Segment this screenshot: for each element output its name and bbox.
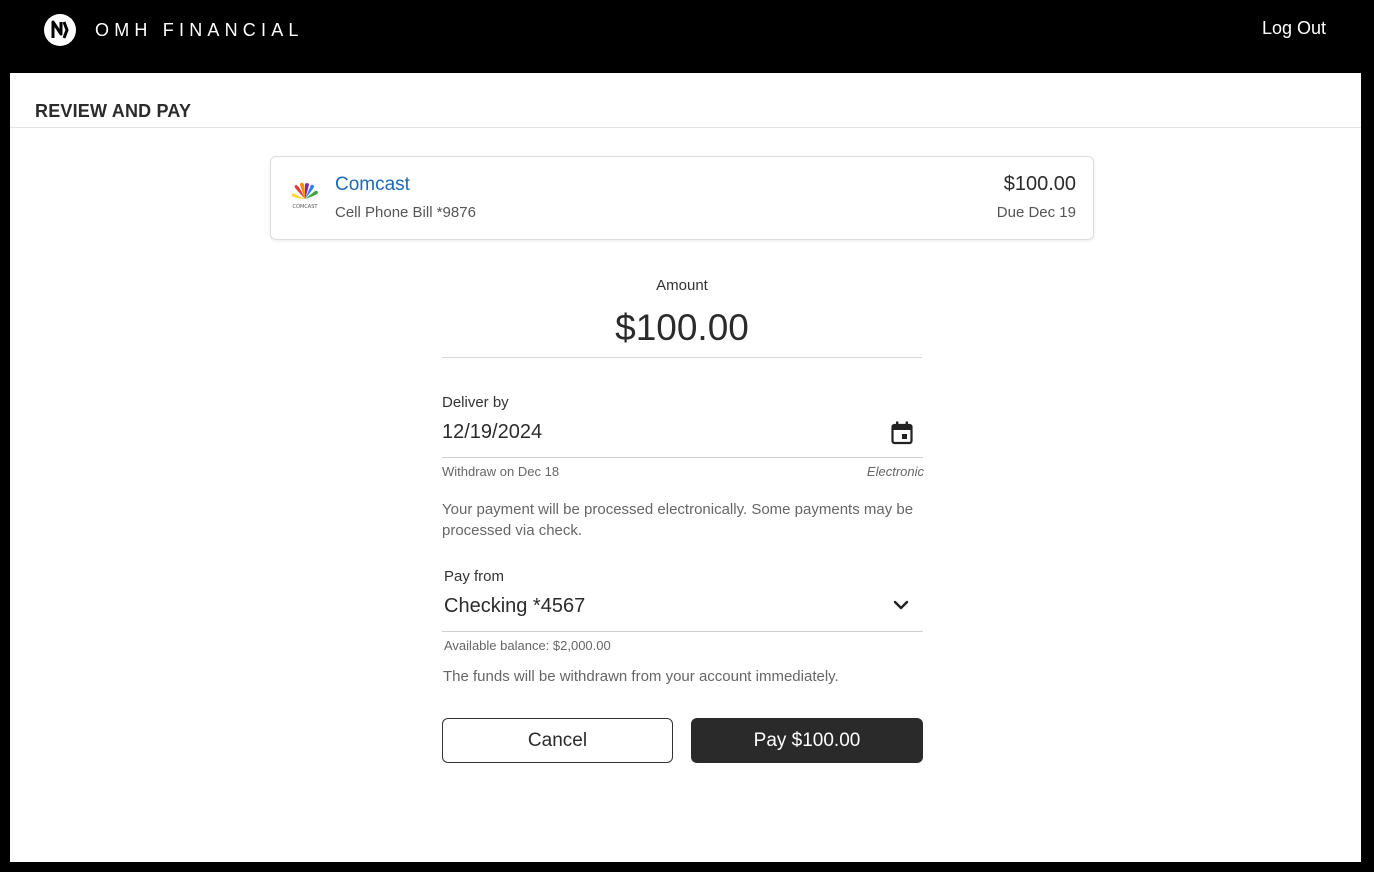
deliver-by-date-field[interactable]: 12/19/2024 (442, 421, 542, 444)
comcast-logo-text: COMCAST (293, 204, 319, 210)
deliver-by-label: Deliver by (442, 394, 509, 411)
withdraw-note: The funds will be withdrawn from your ac… (443, 668, 839, 685)
logout-link[interactable]: Log Out (1262, 18, 1326, 39)
amount-input[interactable]: $100.00 (442, 307, 922, 349)
top-bar: OMH FINANCIAL Log Out (0, 0, 1374, 72)
pay-from-label: Pay from (444, 568, 505, 585)
pay-button[interactable]: Pay $100.00 (691, 718, 923, 763)
panel-header: REVIEW AND PAY (10, 73, 1361, 128)
review-pay-panel: REVIEW AND PAY COMCAST Comcast Cell Phon… (10, 73, 1361, 862)
calendar-icon[interactable] (891, 421, 913, 445)
bill-amount: $100.00 (1003, 173, 1076, 195)
deliver-by-underline (442, 457, 923, 458)
amount-underline (442, 357, 922, 358)
bill-card: COMCAST Comcast Cell Phone Bill *9876 $1… (270, 156, 1094, 240)
available-balance: Available balance: $2,000.00 (444, 638, 611, 653)
withdraw-date-hint: Withdraw on Dec 18 (442, 464, 560, 479)
comcast-peacock-icon: COMCAST (291, 182, 319, 210)
pay-from-select[interactable]: Checking *4567 (444, 595, 585, 618)
brand-logo-icon (44, 14, 76, 46)
bill-due-date: Due Dec 19 (996, 204, 1076, 221)
page-title: REVIEW AND PAY (35, 101, 192, 121)
payee-name[interactable]: Comcast (335, 174, 410, 196)
pay-from-underline (442, 631, 923, 632)
amount-label: Amount (656, 277, 708, 294)
cancel-button[interactable]: Cancel (442, 718, 673, 763)
chevron-down-icon[interactable] (893, 599, 909, 611)
delivery-note: Your payment will be processed electroni… (442, 501, 914, 539)
brand-name: OMH FINANCIAL (95, 19, 304, 40)
brand[interactable]: OMH FINANCIAL (43, 13, 304, 47)
bill-description: Cell Phone Bill *9876 (335, 204, 476, 221)
delivery-method: Electronic (866, 464, 924, 479)
